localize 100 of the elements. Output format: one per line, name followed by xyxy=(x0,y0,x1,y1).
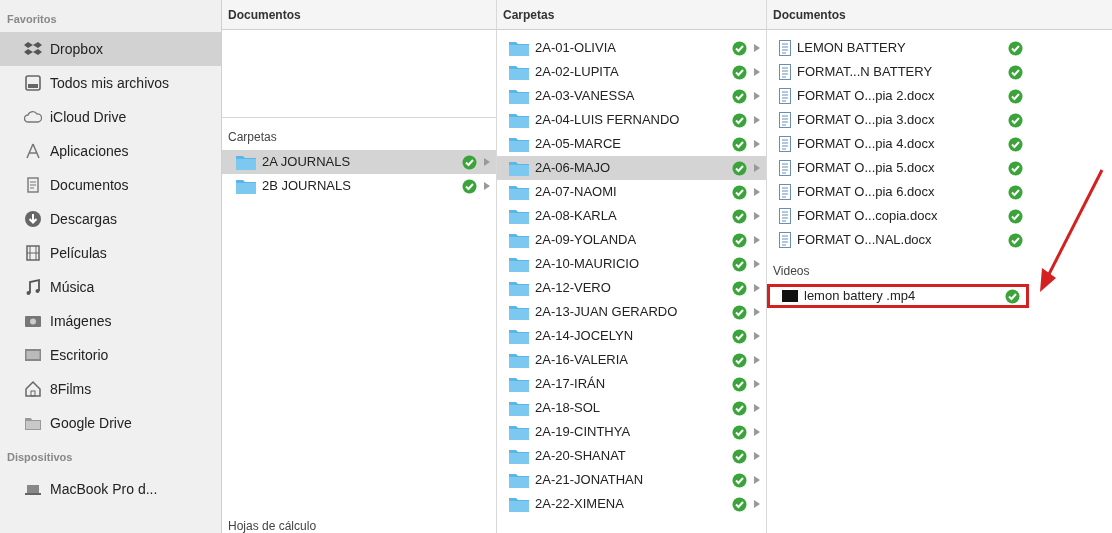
file-row[interactable]: FORMAT...N BATTERY xyxy=(767,60,1029,84)
file-name: FORMAT O...pia 2.docx xyxy=(797,87,936,106)
file-row[interactable]: 2A-14-JOCELYN xyxy=(497,324,766,348)
folder-icon xyxy=(509,40,529,56)
disclosure-arrow-icon xyxy=(753,188,760,196)
file-row[interactable]: 2B JOURNALS xyxy=(222,174,496,198)
file-row[interactable]: 2A-01-OLIVIA xyxy=(497,36,766,60)
sidebar-item[interactable]: Música xyxy=(0,270,221,304)
file-name: FORMAT...N BATTERY xyxy=(797,63,934,82)
file-row[interactable]: 2A-02-LUPITA xyxy=(497,60,766,84)
sidebar-item[interactable]: Google Drive xyxy=(0,406,221,440)
file-row[interactable]: FORMAT O...copia.docx xyxy=(767,204,1029,228)
disclosure-arrow-icon xyxy=(753,380,760,388)
sidebar-item[interactable]: MacBook Pro d... xyxy=(0,472,221,506)
file-row[interactable]: FORMAT O...NAL.docx xyxy=(767,228,1029,252)
music-note-icon xyxy=(24,278,42,296)
disclosure-arrow-icon xyxy=(753,164,760,172)
file-name: FORMAT O...pia 5.docx xyxy=(797,159,936,178)
document-icon xyxy=(779,184,791,200)
file-name: 2A-22-XIMENA xyxy=(535,495,625,514)
file-row[interactable]: FORMAT O...pia 4.docx xyxy=(767,132,1029,156)
file-row[interactable]: 2A-18-SOL xyxy=(497,396,766,420)
file-row[interactable]: 2A-09-YOLANDA xyxy=(497,228,766,252)
folder-icon xyxy=(509,400,529,416)
file-row[interactable]: 2A-05-MARCE xyxy=(497,132,766,156)
file-name: 2A-17-IRÁN xyxy=(535,375,607,394)
folder-icon xyxy=(509,328,529,344)
file-row[interactable]: 2A-22-XIMENA xyxy=(497,492,766,516)
file-row[interactable]: 2A-03-VANESSA xyxy=(497,84,766,108)
disclosure-arrow-icon xyxy=(753,452,760,460)
sidebar-item[interactable]: Documentos xyxy=(0,168,221,202)
group-heading: Carpetas xyxy=(227,129,278,146)
file-row[interactable]: 2A-10-MAURICIO xyxy=(497,252,766,276)
file-name: 2A-07-NAOMI xyxy=(535,183,618,202)
sidebar-item[interactable]: Descargas xyxy=(0,202,221,236)
column-header: Carpetas xyxy=(497,0,766,30)
file-name: 2B JOURNALS xyxy=(262,177,352,196)
file-name: 2A-02-LUPITA xyxy=(535,63,620,82)
disclosure-arrow-icon xyxy=(753,428,760,436)
disclosure-arrow-icon xyxy=(753,236,760,244)
group-heading: Hojas de cálculo xyxy=(227,519,318,533)
folder-icon xyxy=(509,88,529,104)
sidebar-item[interactable]: Imágenes xyxy=(0,304,221,338)
disclosure-arrow-icon xyxy=(753,476,760,484)
sidebar-item[interactable]: Todos mis archivos xyxy=(0,66,221,100)
sidebar-item[interactable]: 8Films xyxy=(0,372,221,406)
file-row[interactable]: FORMAT O...pia 3.docx xyxy=(767,108,1029,132)
file-name: FORMAT O...copia.docx xyxy=(797,207,939,226)
film-icon xyxy=(24,244,42,262)
file-name: 2A-13-JUAN GERARDO xyxy=(535,303,679,322)
file-row[interactable]: 2A-07-NAOMI xyxy=(497,180,766,204)
video-icon xyxy=(782,290,798,302)
file-name: 2A-20-SHANAT xyxy=(535,447,627,466)
folder-icon xyxy=(509,136,529,152)
sidebar-item[interactable]: Aplicaciones xyxy=(0,134,221,168)
file-row[interactable]: 2A-13-JUAN GERARDO xyxy=(497,300,766,324)
file-name: 2A-03-VANESSA xyxy=(535,87,636,106)
file-row[interactable]: 2A-20-SHANAT xyxy=(497,444,766,468)
file-row[interactable]: 2A-19-CINTHYA xyxy=(497,420,766,444)
file-name: 2A-08-KARLA xyxy=(535,207,618,226)
file-name: 2A JOURNALS xyxy=(262,153,352,172)
folder-icon xyxy=(509,424,529,440)
disclosure-arrow-icon xyxy=(753,356,760,364)
file-row[interactable]: 2A-21-JONATHAN xyxy=(497,468,766,492)
folder-icon xyxy=(509,208,529,224)
folder-icon xyxy=(509,280,529,296)
file-row[interactable]: FORMAT O...pia 6.docx xyxy=(767,180,1029,204)
column-header: Documentos xyxy=(767,0,1112,30)
file-name: 2A-10-MAURICIO xyxy=(535,255,641,274)
disclosure-arrow-icon xyxy=(753,500,760,508)
disclosure-arrow-icon xyxy=(753,44,760,52)
disclosure-arrow-icon xyxy=(753,212,760,220)
document-icon xyxy=(779,208,791,224)
file-name: FORMAT O...pia 4.docx xyxy=(797,135,936,154)
sidebar-item[interactable]: Películas xyxy=(0,236,221,270)
cloud-icon xyxy=(24,108,42,126)
file-row[interactable]: 2A-06-MAJO xyxy=(497,156,766,180)
file-name: FORMAT O...pia 3.docx xyxy=(797,111,936,130)
file-row[interactable]: 2A-04-LUIS FERNANDO xyxy=(497,108,766,132)
file-name: 2A-18-SOL xyxy=(535,399,602,418)
file-row[interactable]: lemon battery .mp4 xyxy=(767,284,1029,308)
sidebar-item[interactable]: iCloud Drive xyxy=(0,100,221,134)
file-row[interactable]: 2A JOURNALS xyxy=(222,150,496,174)
sidebar-item[interactable]: Escritorio xyxy=(0,338,221,372)
document-icon xyxy=(779,112,791,128)
apps-icon xyxy=(24,142,42,160)
sidebar-item[interactable]: Dropbox xyxy=(0,32,221,66)
folder-icon xyxy=(509,160,529,176)
file-row[interactable]: 2A-16-VALERIA xyxy=(497,348,766,372)
folder-icon xyxy=(236,154,256,170)
file-row[interactable]: 2A-17-IRÁN xyxy=(497,372,766,396)
file-row[interactable]: FORMAT O...pia 5.docx xyxy=(767,156,1029,180)
file-row[interactable]: 2A-08-KARLA xyxy=(497,204,766,228)
file-row[interactable]: LEMON BATTERY xyxy=(767,36,1029,60)
file-row[interactable]: FORMAT O...pia 2.docx xyxy=(767,84,1029,108)
file-row[interactable]: 2A-12-VERO xyxy=(497,276,766,300)
document-icon xyxy=(24,176,42,194)
folder-icon xyxy=(509,184,529,200)
folder-icon xyxy=(236,178,256,194)
disclosure-arrow-icon xyxy=(753,68,760,76)
